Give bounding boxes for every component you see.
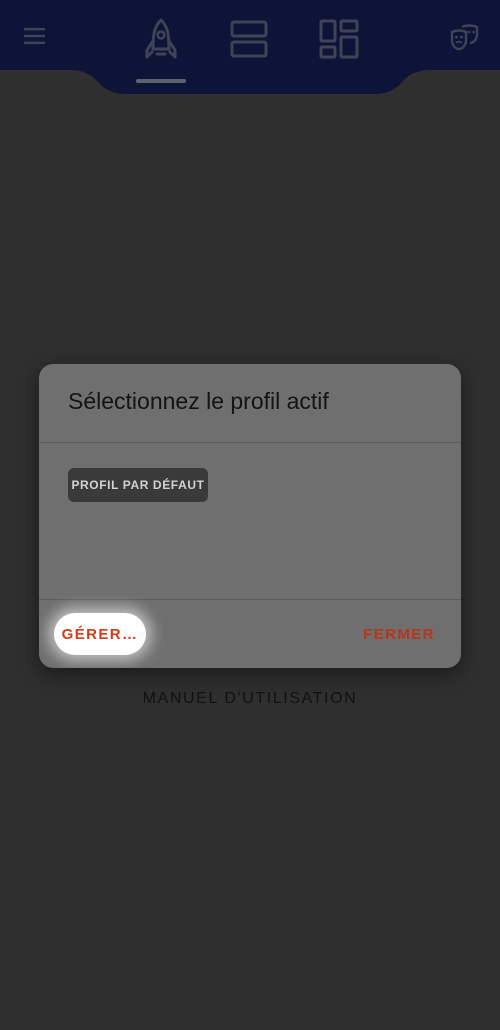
app-screen: MANUEL D'UTILISATION Sélectionnez le pro… xyxy=(0,0,500,1030)
dashboard-grid-icon xyxy=(319,19,359,59)
top-app-bar xyxy=(0,0,500,96)
menu-button[interactable] xyxy=(14,18,56,54)
user-manual-link[interactable]: MANUEL D'UTILISATION xyxy=(0,690,500,708)
close-button[interactable]: FERMER xyxy=(357,613,441,655)
profile-chip-default[interactable]: PROFIL PAR DÉFAUT xyxy=(68,468,208,502)
hamburger-menu-icon xyxy=(24,28,45,44)
selected-tab-indicator xyxy=(136,79,186,83)
theater-masks-icon xyxy=(450,24,479,51)
tab-rocket[interactable] xyxy=(136,10,186,70)
theme-button[interactable] xyxy=(444,18,486,58)
profile-selection-dialog: Sélectionnez le profil actif PROFIL PAR … xyxy=(39,364,461,668)
dialog-divider-bottom xyxy=(39,599,461,600)
dialog-title: Sélectionnez le profil actif xyxy=(68,388,329,414)
tab-dashboard[interactable] xyxy=(312,12,366,66)
tab-list[interactable] xyxy=(224,12,274,66)
rocket-icon xyxy=(145,18,177,59)
manage-profiles-button[interactable]: GÉRER… xyxy=(54,613,146,655)
dialog-divider-top xyxy=(39,442,461,443)
list-rows-icon xyxy=(230,20,268,58)
